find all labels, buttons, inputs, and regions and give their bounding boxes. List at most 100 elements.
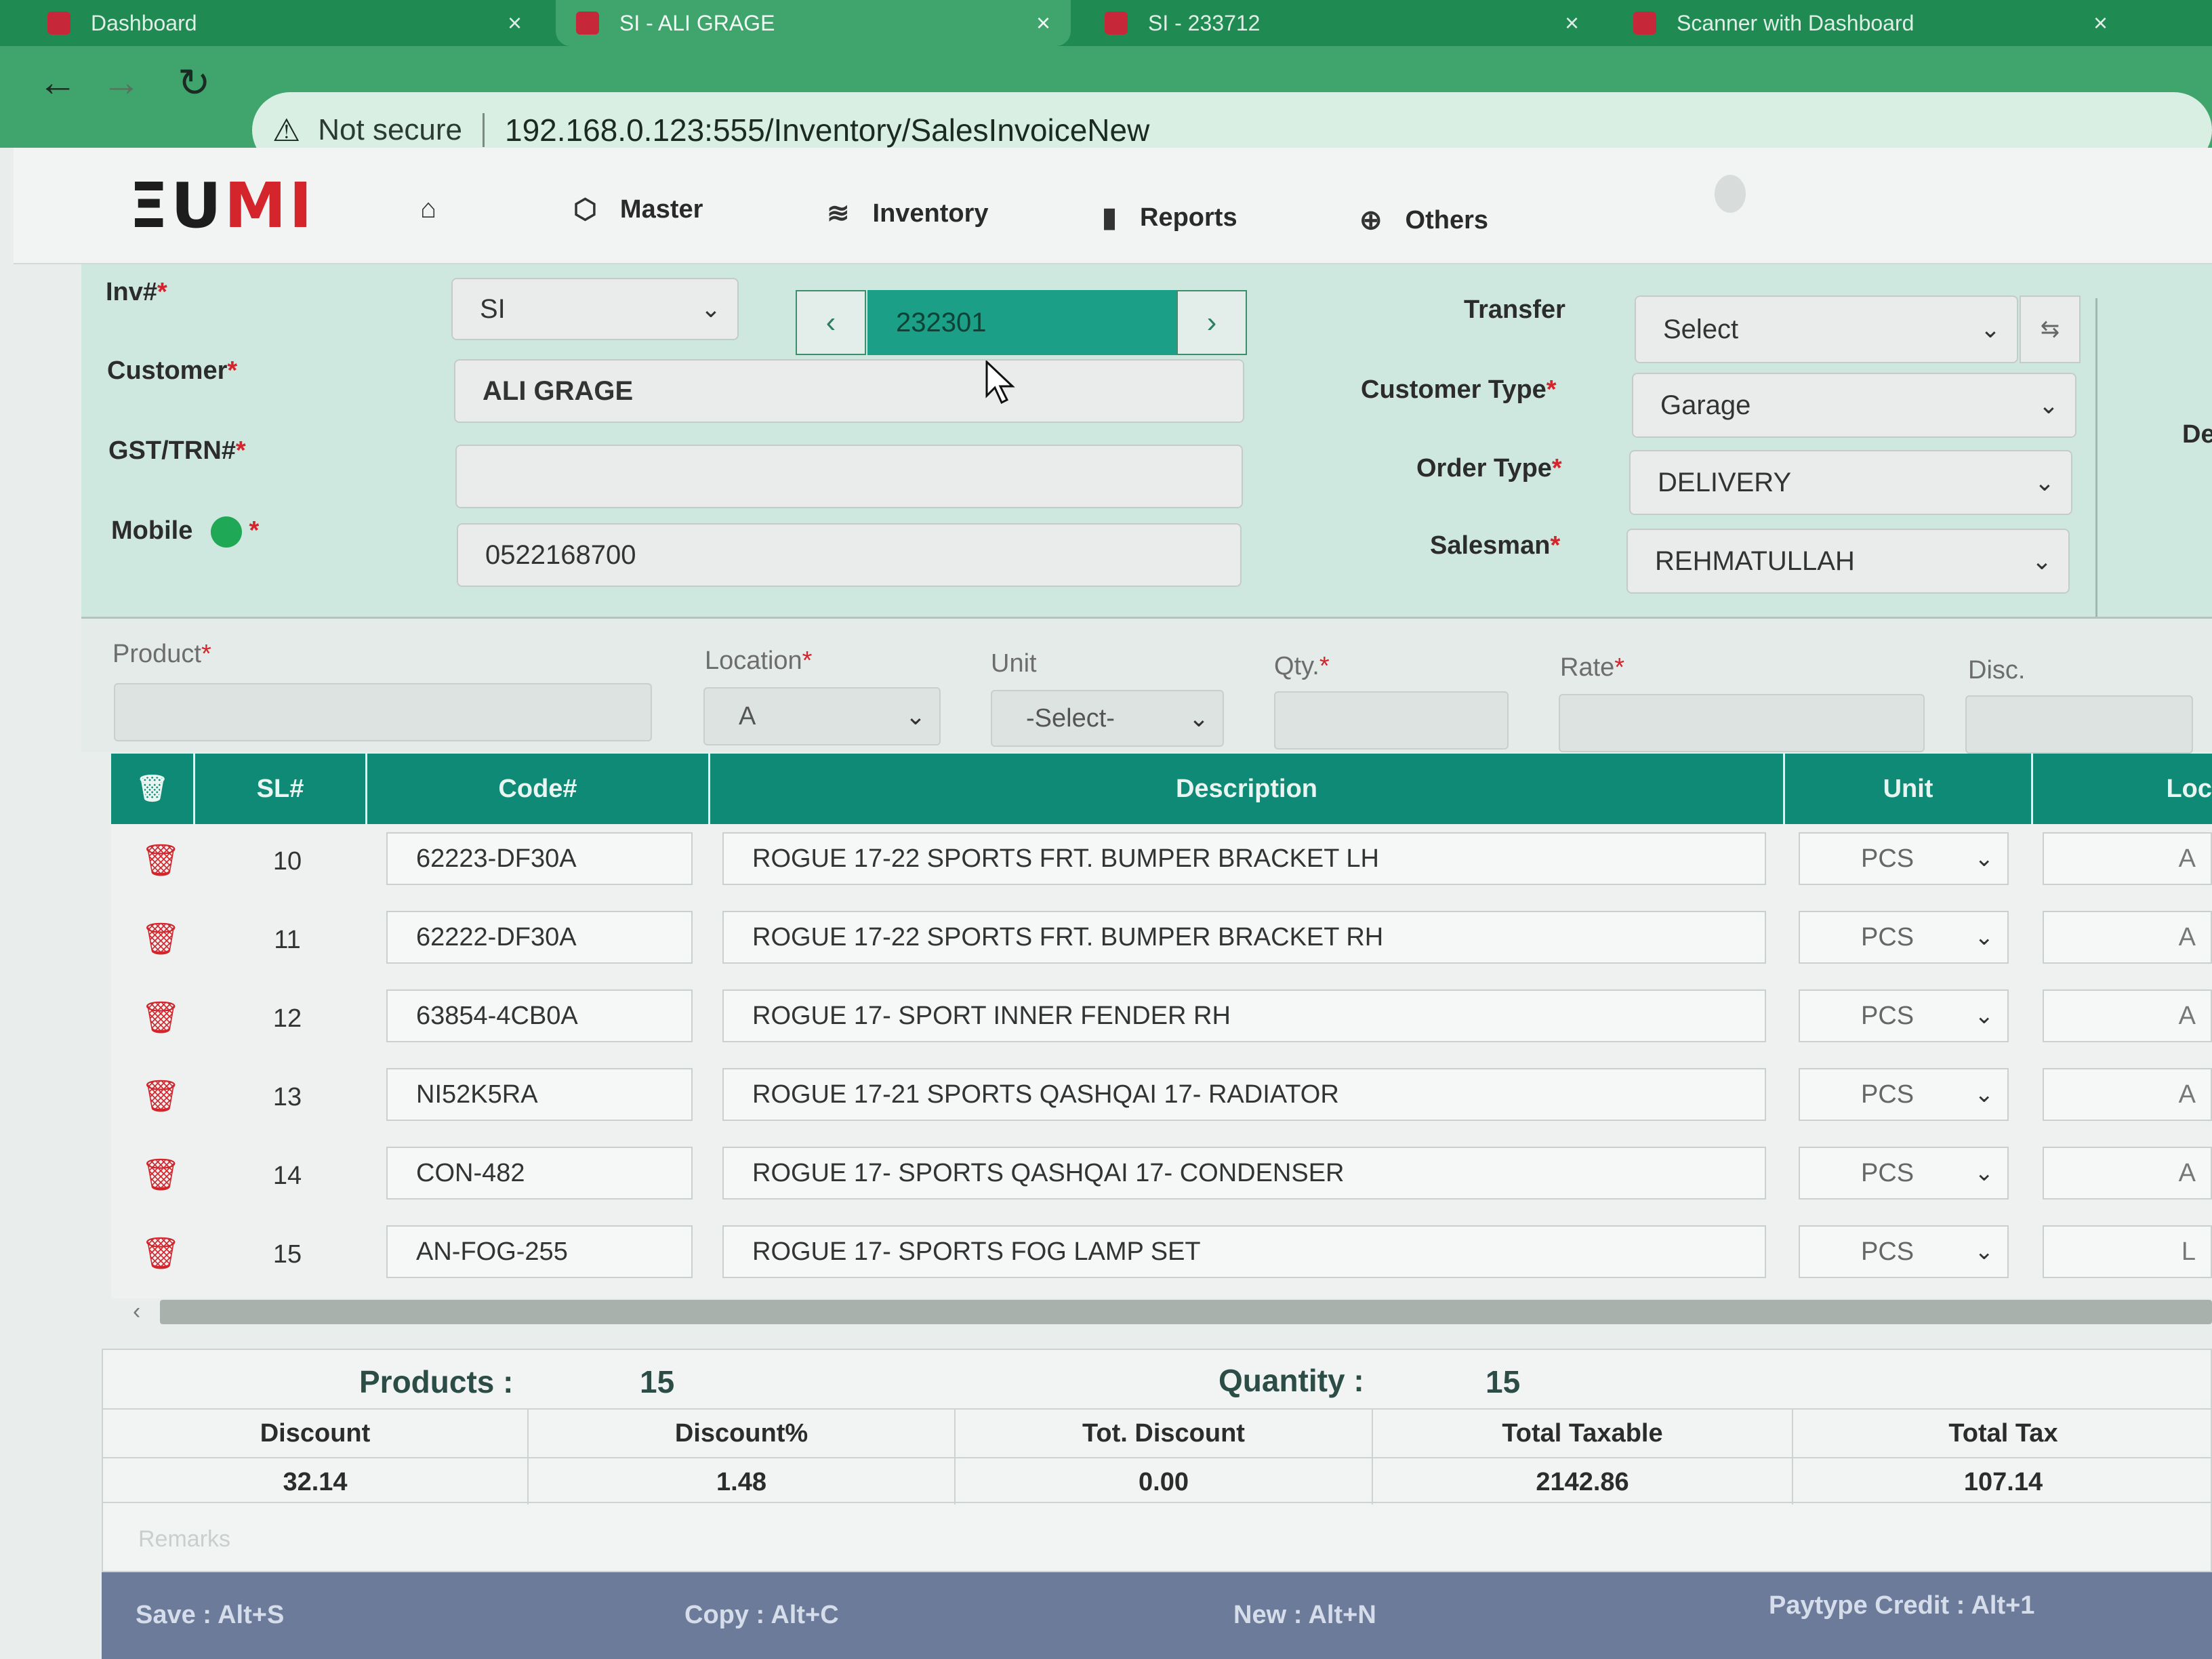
row-unit-select[interactable]: PCS ⌄	[1799, 1068, 2009, 1121]
row-sl: 14	[272, 1162, 302, 1190]
discount-percent-value: 1.48	[716, 1468, 766, 1496]
row-description-field[interactable]: ROGUE 17-22 SPORTS FRT. BUMPER BRACKET R…	[722, 911, 1766, 964]
table-row: 🗑 13 NI52K5RA ROGUE 17-21 SPORTS QASHQAI…	[111, 1060, 2212, 1139]
customer-type-label: Customer Type*	[1361, 375, 1557, 404]
row-code-field[interactable]: 62222-DF30A	[386, 911, 693, 964]
panel-divider	[2095, 298, 2097, 623]
scroll-left-icon[interactable]: ‹	[133, 1298, 140, 1325]
row-loc-field[interactable]: A	[2043, 832, 2212, 885]
browser-tab-scanner[interactable]: Scanner with Dashboard ×	[1613, 0, 2128, 46]
row-code: NI52K5RA	[416, 1080, 538, 1109]
row-code: 63854-4CB0A	[416, 1001, 578, 1030]
home-icon[interactable]: ⌂	[420, 194, 459, 224]
close-icon[interactable]: ×	[508, 9, 522, 37]
customer-type-select[interactable]: Garage ⌄	[1632, 373, 2076, 438]
invoice-number-field[interactable]: 232301	[867, 290, 1176, 355]
horizontal-scrollbar[interactable]	[160, 1300, 2212, 1324]
row-unit-select[interactable]: PCS ⌄	[1799, 1225, 2009, 1278]
discount-percent-header: Discount%	[674, 1419, 808, 1448]
totals-table: Discount 32.14 Discount% 1.48 Tot. Disco…	[103, 1408, 2212, 1504]
row-loc-field[interactable]: A	[2043, 989, 2212, 1042]
row-loc-field[interactable]: A	[2043, 1147, 2212, 1200]
gst-trn-field[interactable]	[455, 445, 1243, 508]
browser-tab-strip: Dashboard × SI - ALI GRAGE × SI - 233712…	[0, 0, 2212, 46]
rate-input[interactable]	[1559, 694, 1925, 752]
table-row: 🗑 15 AN-FOG-255 ROGUE 17- SPORTS FOG LAM…	[111, 1217, 2212, 1296]
mobile-field[interactable]: 0522168700	[457, 523, 1242, 587]
forward-arrow-icon[interactable]: →	[102, 60, 141, 105]
chevron-left-icon: ‹	[825, 306, 836, 339]
transfer-select[interactable]: Select ⌄	[1635, 295, 2018, 363]
trash-icon[interactable]: 🗑	[141, 1156, 180, 1193]
row-loc-field[interactable]: A	[2043, 911, 2212, 964]
unit-select[interactable]: -Select- ⌄	[991, 690, 1224, 747]
warning-triangle-icon[interactable]: ⚠	[272, 112, 300, 148]
browser-tab-dashboard[interactable]: Dashboard ×	[27, 0, 542, 46]
qty-input[interactable]	[1274, 691, 1509, 750]
shortcut-save[interactable]: Save : Alt+S	[136, 1601, 284, 1630]
browser-tab-si-ali-grage[interactable]: SI - ALI GRAGE ×	[556, 0, 1071, 46]
keyboard-shortcut-bar: Save : Alt+S Copy : Alt+C New : Alt+N Pa…	[102, 1572, 2212, 1659]
close-icon[interactable]: ×	[2093, 9, 2108, 37]
items-table-body: 🗑 10 62223-DF30A ROGUE 17-22 SPORTS FRT.…	[111, 824, 2212, 1298]
menu-others[interactable]: ⊕ Others	[1359, 205, 1488, 236]
next-invoice-button[interactable]: ›	[1176, 290, 1247, 355]
row-description-field[interactable]: ROGUE 17- SPORTS FOG LAMP SET	[722, 1225, 1766, 1278]
company-logo[interactable]: ΞUMI	[129, 169, 315, 242]
disc-input[interactable]	[1965, 695, 2193, 754]
trash-icon[interactable]: 🗑	[141, 1235, 180, 1272]
row-loc-field[interactable]: L	[2043, 1225, 2212, 1278]
customer-field[interactable]: ALI GRAGE	[454, 359, 1244, 423]
row-code: 62223-DF30A	[416, 844, 577, 873]
browser-tab-si-233712[interactable]: SI - 233712 ×	[1084, 0, 1599, 46]
row-code-field[interactable]: 63854-4CB0A	[386, 989, 693, 1042]
trash-icon[interactable]: 🗑	[141, 1078, 180, 1115]
row-code-field[interactable]: NI52K5RA	[386, 1068, 693, 1121]
row-loc-field[interactable]: A	[2043, 1068, 2212, 1121]
close-icon[interactable]: ×	[1036, 9, 1050, 37]
inv-prefix-select[interactable]: SI ⌄	[451, 278, 739, 340]
transfer-swap-button[interactable]: ⇆	[2020, 295, 2081, 363]
gst-trn-label: GST/TRN#*	[108, 436, 246, 465]
salesman-select[interactable]: REHMATULLAH ⌄	[1626, 529, 2070, 594]
whatsapp-icon[interactable]	[210, 516, 242, 548]
row-description-field[interactable]: ROGUE 17-21 SPORTS QASHQAI 17- RADIATOR	[722, 1068, 1766, 1121]
menu-inventory[interactable]: ≋ Inventory	[827, 198, 989, 229]
tab-title: SI - 233712	[1148, 10, 1261, 35]
row-code-field[interactable]: AN-FOG-255	[386, 1225, 693, 1278]
order-type-select[interactable]: DELIVERY ⌄	[1629, 450, 2072, 515]
tab-title: Dashboard	[91, 10, 197, 35]
row-description-field[interactable]: ROGUE 17-22 SPORTS FRT. BUMPER BRACKET L…	[722, 832, 1766, 885]
trash-icon[interactable]: 🗑	[141, 999, 180, 1036]
menu-master[interactable]: ⬡ Master	[573, 194, 703, 225]
shortcut-copy[interactable]: Copy : Alt+C	[684, 1601, 839, 1630]
row-unit-select[interactable]: PCS ⌄	[1799, 989, 2009, 1042]
row-unit-select[interactable]: PCS ⌄	[1799, 911, 2009, 964]
back-arrow-icon[interactable]: ←	[38, 60, 77, 105]
cube-icon: ⬡	[573, 194, 597, 224]
security-status[interactable]: Not secure	[318, 113, 462, 147]
chevron-down-icon: ⌄	[1974, 1239, 1994, 1265]
trash-icon[interactable]: 🗑	[141, 920, 180, 958]
reload-icon[interactable]: ↻	[178, 60, 211, 106]
shortcut-new[interactable]: New : Alt+N	[1233, 1601, 1376, 1630]
row-unit-select[interactable]: PCS ⌄	[1799, 1147, 2009, 1200]
row-code-field[interactable]: 62223-DF30A	[386, 832, 693, 885]
chevron-down-icon: ⌄	[1974, 846, 1994, 872]
row-code-field[interactable]: CON-482	[386, 1147, 693, 1200]
prev-invoice-button[interactable]: ‹	[796, 290, 866, 355]
row-description-field[interactable]: ROGUE 17- SPORTS QASHQAI 17- CONDENSER	[722, 1147, 1766, 1200]
notification-icon[interactable]	[1715, 175, 1746, 213]
total-discount-column: Tot. Discount 0.00	[956, 1410, 1373, 1504]
shortcut-paytype-credit[interactable]: Paytype Credit : Alt+1	[1769, 1591, 2034, 1620]
close-icon[interactable]: ×	[1565, 9, 1579, 37]
total-discount-header: Tot. Discount	[1082, 1419, 1245, 1448]
url-text[interactable]: 192.168.0.123:555/Inventory/SalesInvoice…	[505, 112, 1149, 148]
row-unit-select[interactable]: PCS ⌄	[1799, 832, 2009, 885]
location-select[interactable]: A ⌄	[703, 687, 941, 745]
delete-all-icon[interactable]: 🗑	[111, 754, 195, 824]
row-description-field[interactable]: ROGUE 17- SPORT INNER FENDER RH	[722, 989, 1766, 1042]
trash-icon[interactable]: 🗑	[141, 842, 180, 879]
menu-reports[interactable]: ▮ Reports	[1102, 202, 1237, 233]
product-input[interactable]	[114, 683, 652, 741]
